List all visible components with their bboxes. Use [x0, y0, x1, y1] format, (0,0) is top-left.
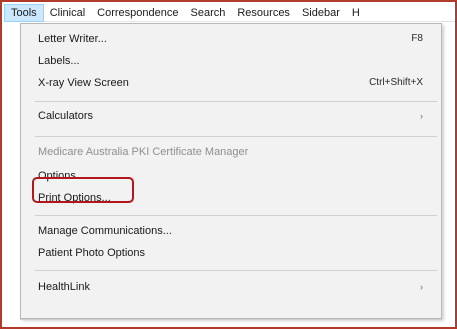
- menu-item-label: Patient Photo Options: [38, 247, 146, 259]
- menu-search[interactable]: Search: [185, 4, 232, 22]
- menu-item-label: Manage Communications...: [38, 225, 172, 237]
- menu-correspondence[interactable]: Correspondence: [91, 4, 184, 22]
- menu-item-calculators[interactable]: Calculators ›: [21, 105, 441, 127]
- menu-item-shortcut: Ctrl+Shift+X: [369, 77, 423, 88]
- menu-item-healthlink[interactable]: HealthLink ›: [21, 276, 441, 298]
- menu-clinical[interactable]: Clinical: [44, 4, 91, 22]
- menu-item-label: Medicare Australia PKI Certificate Manag…: [38, 146, 249, 158]
- options-highlight-annotation: [32, 177, 134, 203]
- menu-item-label: X-ray View Screen: [38, 77, 129, 89]
- menu-sidebar[interactable]: Sidebar: [296, 4, 346, 22]
- menu-separator: [35, 136, 437, 137]
- menu-item-patient-photo-options[interactable]: Patient Photo Options: [21, 242, 441, 264]
- menu-item-pki-certificate-manager: Medicare Australia PKI Certificate Manag…: [21, 141, 441, 163]
- menu-resources[interactable]: Resources: [231, 4, 296, 22]
- chevron-right-icon: ›: [420, 111, 423, 121]
- menu-item-xray-view-screen[interactable]: X-ray View Screen Ctrl+Shift+X: [21, 72, 441, 94]
- menu-separator: [35, 101, 437, 102]
- menu-item-labels[interactable]: Labels...: [21, 50, 441, 72]
- tools-dropdown-menu: Letter Writer... F8 Labels... X-ray View…: [20, 23, 442, 319]
- menu-item-label: Calculators: [38, 110, 94, 122]
- menu-item-label: HealthLink: [38, 281, 90, 293]
- menu-tools[interactable]: Tools: [4, 3, 44, 22]
- menu-item-label: Letter Writer...: [38, 33, 107, 45]
- chevron-right-icon: ›: [420, 282, 423, 292]
- menu-bar: Tools Clinical Correspondence Search Res…: [4, 3, 455, 22]
- menu-item-shortcut: F8: [411, 33, 423, 44]
- menu-separator: [35, 270, 437, 271]
- menu-item-label: Labels...: [38, 55, 80, 67]
- menu-item-letter-writer[interactable]: Letter Writer... F8: [21, 28, 441, 50]
- screenshot-frame: Tools Clinical Correspondence Search Res…: [0, 0, 457, 329]
- menu-separator: [35, 215, 437, 216]
- menu-item-manage-communications[interactable]: Manage Communications...: [21, 220, 441, 242]
- menu-bottom-edge: [20, 319, 442, 320]
- menu-help-truncated[interactable]: H: [346, 4, 366, 22]
